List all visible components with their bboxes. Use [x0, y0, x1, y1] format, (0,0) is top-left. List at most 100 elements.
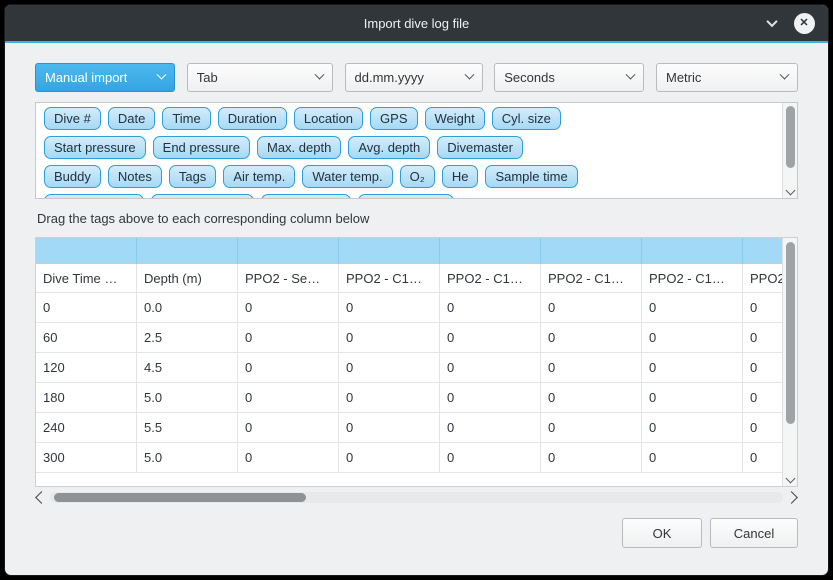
- scroll-down-icon[interactable]: [786, 186, 796, 196]
- chevron-down-icon: [464, 70, 474, 80]
- tag-chip[interactable]: Sample press.: [151, 194, 254, 199]
- table-cell: 300: [36, 443, 137, 473]
- table-cell: 0: [339, 293, 440, 323]
- column-drop-target[interactable]: [743, 238, 782, 264]
- dropdown-import-mode[interactable]: Manual import: [35, 63, 175, 92]
- table-row: 3005.0000000: [36, 443, 782, 473]
- tag-chip[interactable]: Avg. depth: [348, 136, 430, 159]
- column-drop-target[interactable]: [36, 238, 137, 264]
- table-row: 1204.5000000: [36, 353, 782, 383]
- table-clip: Dive Time …Depth (m)PPO2 - Se…PPO2 - C1……: [36, 238, 782, 486]
- tag-chip[interactable]: Air temp.: [223, 165, 295, 188]
- dropdown-value: Seconds: [504, 70, 555, 85]
- table-cell: 0: [743, 323, 782, 353]
- table-cell: 0: [238, 443, 339, 473]
- table-row: 00.0000000: [36, 293, 782, 323]
- table-row: 602.5000000: [36, 323, 782, 353]
- dropdown-date-format[interactable]: dd.mm.yyyy: [345, 63, 483, 92]
- tag-chip[interactable]: Sample CNS: [358, 194, 453, 199]
- tag-chip[interactable]: Notes: [108, 165, 162, 188]
- tag-chip[interactable]: Max. depth: [257, 136, 341, 159]
- chevron-down-icon: [766, 16, 777, 27]
- column-drop-target[interactable]: [642, 238, 743, 264]
- table-cell: 0: [642, 383, 743, 413]
- table-cell: 0: [440, 383, 541, 413]
- tag-chip[interactable]: GPS: [370, 107, 417, 130]
- tag-chip[interactable]: Tags: [169, 165, 216, 188]
- column-header: PPO2 - C1…: [440, 264, 541, 293]
- tag-chip[interactable]: Time: [162, 107, 210, 130]
- tag-row: Start pressure End pressure Max. depth Avg.…: [44, 136, 773, 159]
- table-cell: 0: [440, 353, 541, 383]
- hscroll-track[interactable]: [50, 492, 783, 503]
- table-cell: 0: [642, 413, 743, 443]
- table-cell: 180: [36, 383, 137, 413]
- dialog-content: Manual importTabdd.mm.yyyySecondsMetric …: [5, 43, 828, 575]
- dropdown-units[interactable]: Metric: [656, 63, 798, 92]
- tag-chip[interactable]: Location: [294, 107, 363, 130]
- tag-chip[interactable]: O₂: [400, 165, 435, 188]
- column-drop-target[interactable]: [541, 238, 642, 264]
- table-cell: 5.5: [137, 413, 238, 443]
- close-icon: ✕: [794, 13, 815, 34]
- table-cell: 5.0: [137, 383, 238, 413]
- column-drop-target[interactable]: [339, 238, 440, 264]
- tag-panel-scrollbar[interactable]: [782, 103, 797, 198]
- table-vscrollbar[interactable]: [782, 238, 797, 486]
- shade-button[interactable]: [760, 5, 784, 41]
- dropdown-field-separator[interactable]: Tab: [187, 63, 333, 92]
- table-cell: 0: [339, 383, 440, 413]
- tag-chip[interactable]: Sample pO₂: [261, 194, 351, 199]
- table-cell: 0: [541, 383, 642, 413]
- tag-chip[interactable]: Sample depth: [44, 194, 144, 199]
- chevron-down-icon: [626, 70, 636, 80]
- scroll-right-icon[interactable]: [785, 491, 798, 504]
- scrollbar-handle[interactable]: [786, 106, 795, 168]
- table-cell: 0: [339, 443, 440, 473]
- table-cell: 5.0: [137, 443, 238, 473]
- tag-panel: Dive # Date Time Duration Location GPS Weight C…: [35, 102, 798, 199]
- dropdown-duration-format[interactable]: Seconds: [494, 63, 644, 92]
- tag-chip[interactable]: Dive #: [44, 107, 101, 130]
- hscroll-handle[interactable]: [54, 493, 306, 502]
- table-cell: 0: [440, 323, 541, 353]
- column-drop-target[interactable]: [440, 238, 541, 264]
- tag-chip[interactable]: Duration: [218, 107, 287, 130]
- table-hscrollbar[interactable]: [35, 490, 798, 505]
- table-cell: 0: [541, 293, 642, 323]
- tag-chip[interactable]: Date: [108, 107, 155, 130]
- dropdown-value: Tab: [197, 70, 218, 85]
- table-cell: 0: [238, 383, 339, 413]
- chevron-down-icon: [314, 70, 324, 80]
- column-header: PPO2 - C1…: [541, 264, 642, 293]
- scroll-down-icon[interactable]: [786, 474, 796, 484]
- chevron-down-icon: [157, 70, 167, 80]
- ok-button[interactable]: OK: [622, 518, 702, 548]
- cancel-button[interactable]: Cancel: [710, 518, 798, 548]
- close-button[interactable]: ✕: [792, 5, 816, 41]
- column-header: PPO2 - C1…: [642, 264, 743, 293]
- table-cell: 0: [743, 353, 782, 383]
- column-header: PPO2 - C1…: [339, 264, 440, 293]
- scrollbar-handle[interactable]: [786, 242, 795, 424]
- column-drop-target[interactable]: [137, 238, 238, 264]
- column-drop-target[interactable]: [238, 238, 339, 264]
- tag-chip[interactable]: Cyl. size: [492, 107, 561, 130]
- tag-chip[interactable]: Weight: [425, 107, 485, 130]
- header-row: Dive Time …Depth (m)PPO2 - Se…PPO2 - C1……: [36, 264, 782, 293]
- table-cell: 4.5: [137, 353, 238, 383]
- tag-chip[interactable]: End pressure: [153, 136, 250, 159]
- tag-chip[interactable]: Sample time: [485, 165, 577, 188]
- tag-chip[interactable]: Start pressure: [44, 136, 146, 159]
- tag-chip[interactable]: He: [442, 165, 479, 188]
- column-header: Dive Time …: [36, 264, 137, 293]
- dropdown-value: dd.mm.yyyy: [355, 70, 424, 85]
- tag-chip[interactable]: Buddy: [44, 165, 101, 188]
- tag-row: Sample depth Sample press. Sample pO₂ Sampl…: [44, 194, 773, 199]
- titlebar[interactable]: Import dive log file ✕: [5, 5, 828, 41]
- tag-chip[interactable]: Water temp.: [302, 165, 392, 188]
- scroll-left-icon[interactable]: [35, 491, 48, 504]
- tag-chip[interactable]: Divemaster: [437, 136, 523, 159]
- instruction-text: Drag the tags above to each correspondin…: [37, 211, 798, 229]
- table-cell: 0: [541, 443, 642, 473]
